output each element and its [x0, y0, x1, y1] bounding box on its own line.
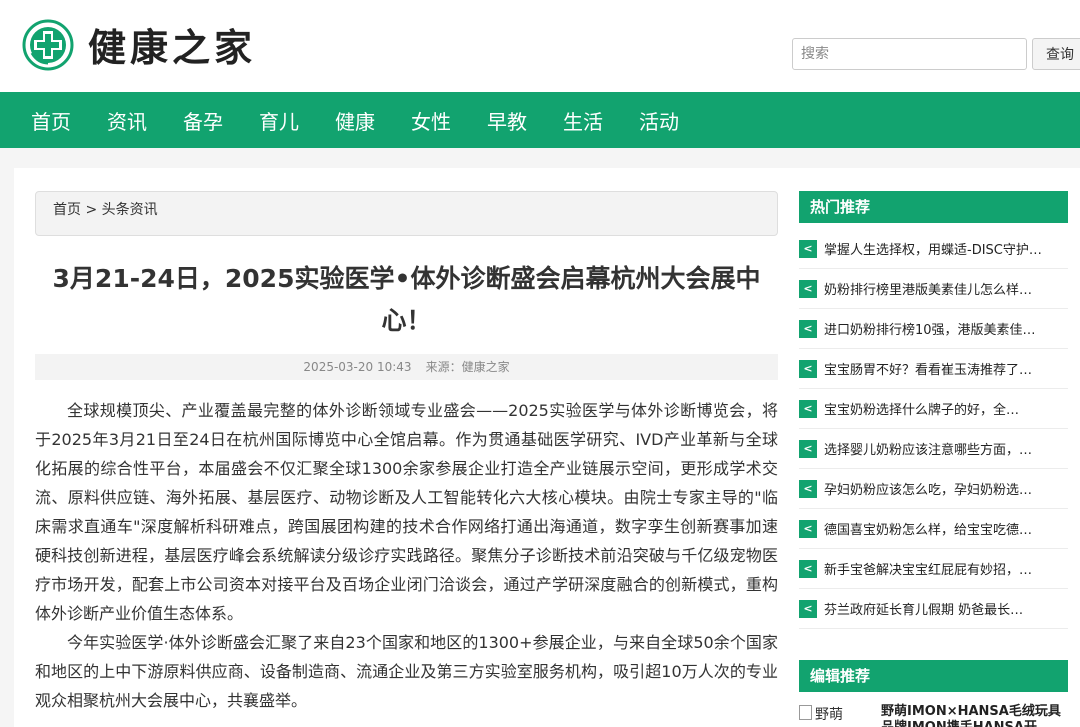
site-name: 健康之家 [88, 25, 257, 70]
editor-pick-thumbnail-alt: 野萌 [815, 707, 843, 723]
article-paragraph: 全球规模顶尖、产业覆盖最完整的体外诊断领域专业盛会——2025实验医学与体外诊断… [35, 401, 778, 623]
nav-item-women[interactable]: 女性 [411, 106, 451, 135]
nav-item-health[interactable]: 健康 [335, 106, 375, 135]
chevron-left-icon: < [799, 559, 817, 578]
nav-item-events[interactable]: 活动 [639, 106, 679, 135]
hot-list-item[interactable]: < 掌握人生选择权，用蝶适-DISC守护… [799, 229, 1068, 269]
article-source: 来源：健康之家 [425, 360, 510, 374]
article-title: 3月21-24日，2025实验医学•体外诊断盛会启幕杭州大会展中心！ [52, 264, 761, 335]
nav-item-home[interactable]: 首页 [31, 106, 71, 135]
main-nav: 首页 资讯 备孕 育儿 健康 女性 早教 生活 活动 [0, 92, 1080, 148]
chevron-left-icon: < [799, 359, 817, 378]
nav-item-life[interactable]: 生活 [563, 106, 603, 135]
chevron-left-icon: < [799, 319, 817, 338]
article-date: 2025-03-20 10:43 [303, 360, 412, 374]
chevron-left-icon: < [799, 239, 817, 258]
health-cross-logo-icon [22, 19, 74, 70]
hot-list-item[interactable]: < 新手宝爸解决宝宝红屁屁有妙招，… [799, 549, 1068, 589]
hot-list-item[interactable]: < 德国喜宝奶粉怎么样，给宝宝吃德… [799, 509, 1068, 549]
nav-item-news[interactable]: 资讯 [107, 106, 147, 135]
chevron-left-icon: < [799, 519, 817, 538]
hot-list-item[interactable]: < 孕妇奶粉应该怎么吃，孕妇奶粉选… [799, 469, 1068, 509]
search-button[interactable]: 查询 [1032, 38, 1080, 70]
hot-list-item[interactable]: < 芬兰政府延长育儿假期 奶爸最长… [799, 589, 1068, 629]
editor-pick-title[interactable]: 野萌IMON×HANSA毛绒玩具品牌IMON携手HANSA开 [881, 704, 1061, 727]
nav-item-early-education[interactable]: 早教 [487, 106, 527, 135]
chevron-left-icon: < [799, 479, 817, 498]
hot-recommend-list: < 掌握人生选择权，用蝶适-DISC守护… < 奶粉排行榜里港版美素佳儿怎么样… <… [799, 229, 1068, 629]
breadcrumb: 首页 > 头条资讯 [35, 191, 778, 236]
broken-image-icon [799, 705, 812, 720]
search-input[interactable] [792, 38, 1027, 70]
breadcrumb-current-link[interactable]: 头条资讯 [102, 202, 158, 218]
hot-list-item[interactable]: < 宝宝奶粉选择什么牌子的好，全… [799, 389, 1068, 429]
hot-list-item[interactable]: < 进口奶粉排行榜10强，港版美素佳… [799, 309, 1068, 349]
article-meta: 2025-03-20 10:43 来源：健康之家 [35, 354, 778, 380]
editor-recommend-header: 编辑推荐 [799, 660, 1068, 692]
chevron-left-icon: < [799, 599, 817, 618]
hot-recommend-header: 热门推荐 [799, 191, 1068, 223]
editor-pick-thumbnail[interactable]: 野萌 [799, 704, 871, 727]
hot-list-item[interactable]: < 选择婴儿奶粉应该注意哪些方面，… [799, 429, 1068, 469]
site-header: 健康之家 查询 [0, 0, 1080, 92]
chevron-left-icon: < [799, 439, 817, 458]
breadcrumb-separator: > [81, 202, 102, 218]
nav-item-parenting[interactable]: 育儿 [259, 106, 299, 135]
article-body: 全球规模顶尖、产业覆盖最完整的体外诊断领域专业盛会——2025实验医学与体外诊断… [35, 396, 778, 715]
hot-list-item[interactable]: < 奶粉排行榜里港版美素佳儿怎么样… [799, 269, 1068, 309]
hot-list-item[interactable]: < 宝宝肠胃不好？看看崔玉涛推荐了… [799, 349, 1068, 389]
nav-item-pregnancy-prep[interactable]: 备孕 [183, 106, 223, 135]
article-paragraph: 今年实验医学·体外诊断盛会汇聚了来自23个国家和地区的1300+参展企业，与来自… [35, 633, 778, 710]
chevron-left-icon: < [799, 399, 817, 418]
chevron-left-icon: < [799, 279, 817, 298]
breadcrumb-home-link[interactable]: 首页 [53, 202, 81, 218]
site-logo[interactable]: 健康之家 [22, 17, 256, 72]
